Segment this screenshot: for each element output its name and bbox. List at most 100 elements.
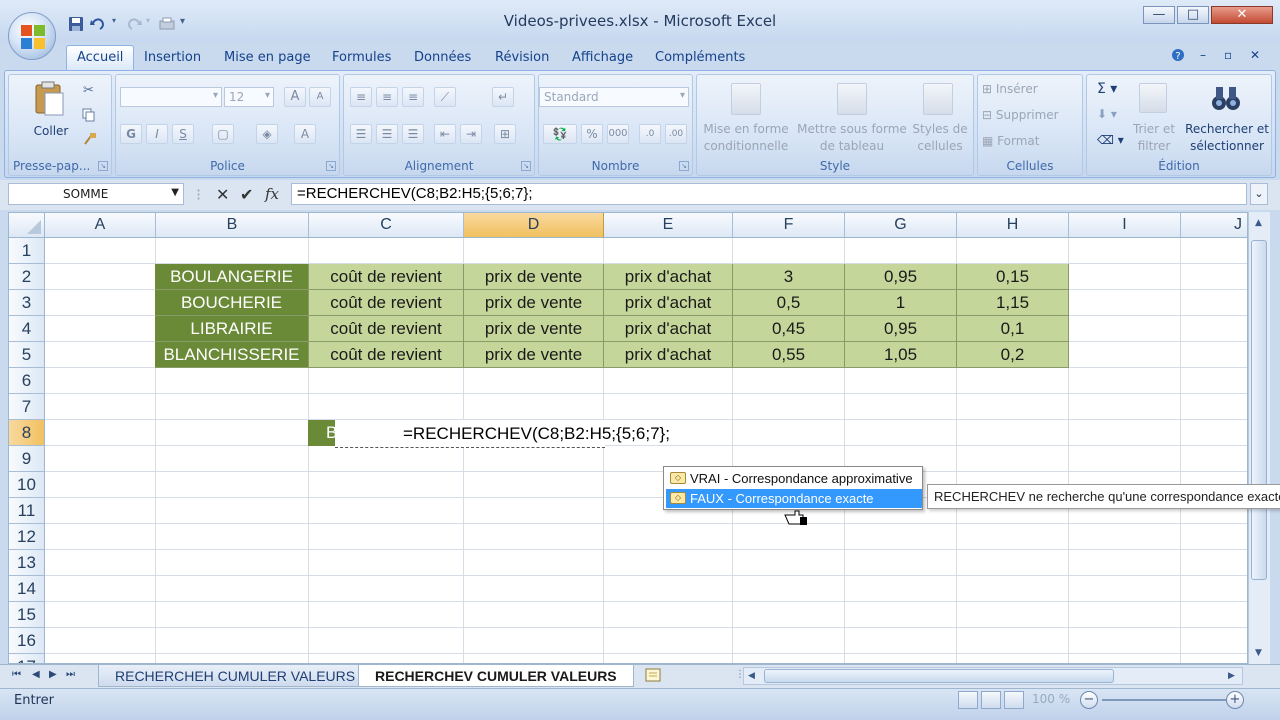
row-header-4[interactable]: 4 (9, 316, 45, 342)
row-header-14[interactable]: 14 (9, 576, 45, 602)
cell-e2[interactable]: prix d'achat (604, 264, 733, 290)
next-sheet-icon[interactable]: ▶ (49, 669, 57, 680)
align-bottom-icon[interactable]: ≡ (402, 87, 424, 107)
align-middle-icon[interactable]: ≡ (376, 87, 398, 107)
increase-indent-icon[interactable]: ⇥ (460, 124, 482, 144)
paste-icon[interactable] (33, 81, 67, 120)
tab-affichage[interactable]: Affichage (562, 48, 643, 70)
page-layout-view-icon[interactable] (981, 691, 1001, 709)
zoom-out-icon[interactable]: − (1080, 691, 1098, 709)
percent-button[interactable]: % (581, 124, 603, 144)
tab-formules[interactable]: Formules (322, 48, 401, 70)
row-header-1[interactable]: 1 (9, 238, 45, 264)
worksheet-grid[interactable]: A B C D E F G H I J 1 2 3 4 5 6 7 8 9 10… (8, 212, 1248, 664)
cell-g3[interactable]: 1 (845, 290, 957, 316)
font-size-combo[interactable]: 12 (224, 87, 274, 107)
undo-icon[interactable] (90, 16, 108, 32)
last-sheet-icon[interactable]: ⏭ (66, 669, 75, 680)
align-center-icon[interactable]: ☰ (376, 124, 398, 144)
cell-b3[interactable]: BOUCHERIE (155, 290, 309, 316)
column-header-i[interactable]: I (1069, 213, 1181, 238)
horizontal-scroll-thumb[interactable] (764, 669, 1114, 683)
sort-filter-icon[interactable] (1139, 83, 1167, 113)
cell-e3[interactable]: prix d'achat (604, 290, 733, 316)
column-header-a[interactable]: A (45, 213, 156, 238)
number-launcher-icon[interactable]: ↘ (679, 161, 689, 171)
tab-insertion[interactable]: Insertion (134, 48, 211, 70)
cell-h3[interactable]: 1,15 (957, 290, 1069, 316)
bold-button[interactable]: G (120, 124, 142, 144)
tab-complements[interactable]: Compléments (645, 48, 755, 70)
insert-sheet-icon[interactable] (644, 667, 664, 686)
sheet-tab-rechercheh[interactable]: RECHERCHEH CUMULER VALEURS (98, 665, 373, 687)
confirm-entry-icon[interactable]: ✔ (240, 185, 253, 204)
decrease-decimal-icon[interactable]: .00 (665, 124, 687, 144)
undo-dropdown-icon[interactable]: ▾ (112, 16, 120, 32)
conditional-format-icon[interactable] (731, 83, 761, 115)
row-header-15[interactable]: 15 (9, 602, 45, 628)
cell-c2[interactable]: coût de revient (309, 264, 464, 290)
column-header-c[interactable]: C (309, 213, 464, 238)
cell-styles-icon[interactable] (923, 83, 953, 115)
underline-button[interactable]: S (172, 124, 194, 144)
thousands-button[interactable]: 000 (607, 124, 629, 144)
column-header-b[interactable]: B (156, 213, 309, 238)
column-header-f[interactable]: F (733, 213, 845, 238)
column-header-g[interactable]: G (845, 213, 957, 238)
font-name-combo[interactable] (120, 87, 222, 107)
zoom-in-icon[interactable]: + (1226, 691, 1244, 709)
column-header-h[interactable]: H (957, 213, 1069, 238)
row-header-13[interactable]: 13 (9, 550, 45, 576)
normal-view-icon[interactable] (958, 691, 978, 709)
shrink-font-button[interactable]: A (309, 87, 331, 107)
column-header-j[interactable]: J (1181, 213, 1247, 238)
find-select-label[interactable]: Rechercher et sélectionner (1181, 121, 1273, 155)
cell-f4[interactable]: 0,45 (733, 316, 845, 342)
close-button[interactable]: ✕ (1211, 6, 1273, 24)
currency-format-icon[interactable]: 💱 (543, 124, 577, 144)
row-header-8[interactable]: 8 (9, 420, 45, 446)
zoom-slider[interactable] (1102, 699, 1226, 701)
scroll-up-icon[interactable]: ▲ (1255, 218, 1262, 228)
format-as-table-label[interactable]: Mettre sous forme de tableau (797, 121, 907, 155)
minimize-button[interactable]: — (1143, 6, 1175, 24)
insert-cells-button[interactable]: ⊞ Insérer (982, 81, 1080, 98)
column-header-e[interactable]: E (604, 213, 733, 238)
ribbon-restore-icon[interactable]: ▫ (1224, 48, 1232, 62)
redo-icon[interactable] (124, 16, 142, 32)
autosum-icon[interactable]: Σ ▾ (1097, 81, 1117, 97)
insert-function-icon[interactable]: fx (265, 185, 279, 203)
zoom-level[interactable]: 100 % (1032, 692, 1070, 706)
help-icon[interactable]: ? (1171, 48, 1185, 65)
fill-icon[interactable]: ⬇ ▾ (1097, 107, 1117, 121)
row-header-12[interactable]: 12 (9, 524, 45, 550)
vertical-scroll-thumb[interactable] (1251, 240, 1267, 580)
row-header-17[interactable]: 17 (9, 654, 45, 663)
print-preview-icon[interactable] (158, 16, 176, 32)
wrap-text-icon[interactable]: ↵ (492, 87, 514, 107)
cell-d2[interactable]: prix de vente (464, 264, 604, 290)
cell-h5[interactable]: 0,2 (957, 342, 1069, 368)
cell-d3[interactable]: prix de vente (464, 290, 604, 316)
format-as-table-icon[interactable] (837, 83, 867, 115)
scroll-right-icon[interactable]: ▶ (1228, 671, 1235, 681)
prev-sheet-icon[interactable]: ◀ (32, 669, 40, 680)
align-right-icon[interactable]: ☰ (402, 124, 424, 144)
cell-d4[interactable]: prix de vente (464, 316, 604, 342)
cell-c3[interactable]: coût de revient (309, 290, 464, 316)
cell-b4[interactable]: LIBRAIRIE (155, 316, 309, 342)
name-box[interactable]: SOMME ▼ (8, 183, 184, 205)
workbook-close-icon[interactable]: ✕ (1250, 48, 1260, 62)
cell-c5[interactable]: coût de revient (309, 342, 464, 368)
tab-donnees[interactable]: Données (404, 48, 481, 70)
first-sheet-icon[interactable]: ⏮ (12, 669, 21, 680)
orientation-icon[interactable]: ⟋ (434, 87, 456, 107)
cell-c8-partial[interactable]: B (308, 420, 336, 446)
decrease-indent-icon[interactable]: ⇤ (434, 124, 456, 144)
cell-h4[interactable]: 0,1 (957, 316, 1069, 342)
tab-accueil[interactable]: Accueil (66, 45, 135, 71)
borders-icon[interactable]: ▢ (212, 124, 234, 144)
cell-styles-label[interactable]: Styles de cellules (907, 121, 973, 155)
binoculars-icon[interactable] (1211, 83, 1241, 116)
row-header-16[interactable]: 16 (9, 628, 45, 654)
